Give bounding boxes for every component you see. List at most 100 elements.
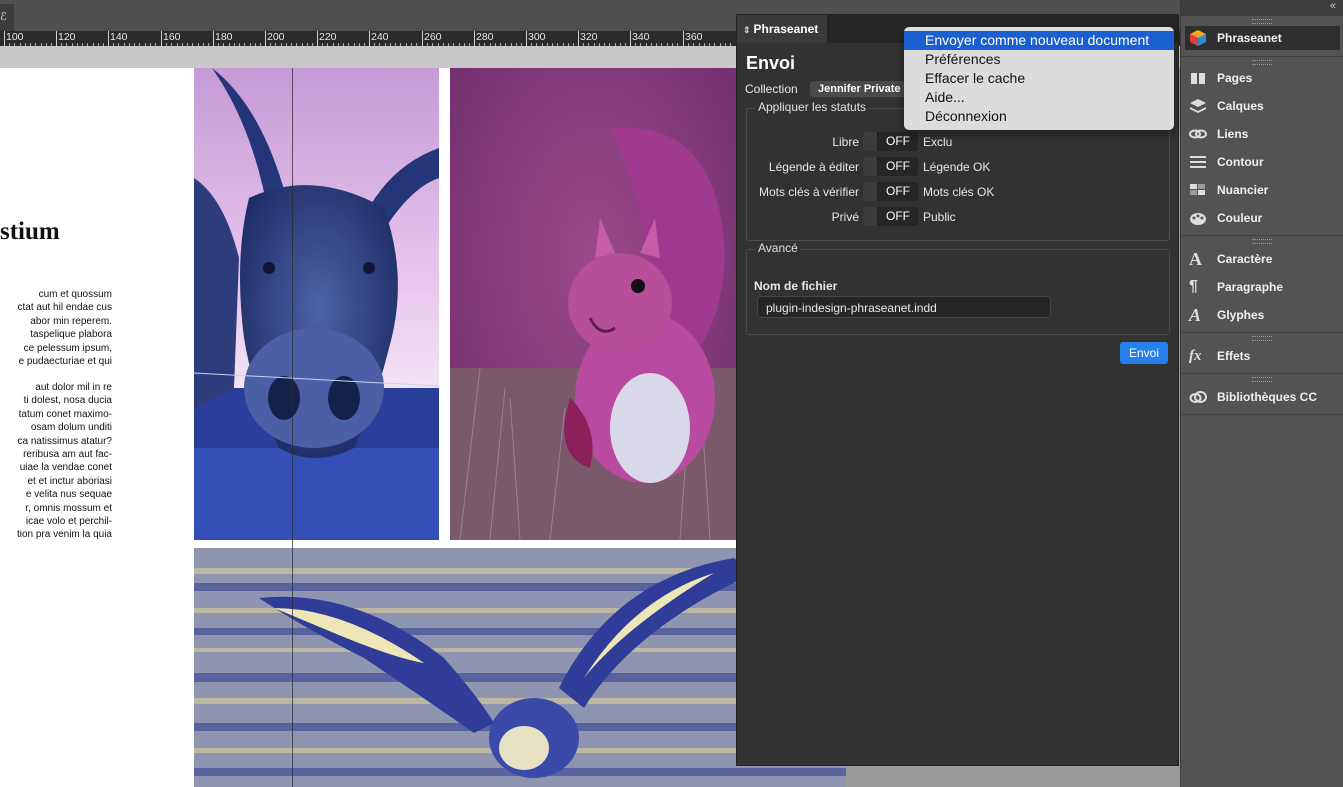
dock-item-label: Glyphes <box>1217 308 1265 322</box>
glyphs-icon: A <box>1189 305 1202 325</box>
dock-divider <box>1181 235 1343 236</box>
panel-title: Envoi <box>746 53 796 73</box>
dock-item-stroke[interactable]: Contour <box>1189 150 1339 174</box>
stroke-icon <box>1190 156 1206 168</box>
menu-item-send-new-document[interactable]: Envoyer comme nouveau document <box>904 31 1174 50</box>
dock-item-swatches[interactable]: Nuancier <box>1189 178 1339 202</box>
menu-item-clear-cache[interactable]: Effacer le cache <box>904 69 1174 88</box>
page-heading: stium <box>0 218 60 245</box>
status-toggle-libre[interactable]: OFF <box>863 132 918 151</box>
phraseanet-cube-icon <box>1190 30 1206 46</box>
dock-divider <box>1181 414 1343 415</box>
status-left-label: Légende à éditer <box>768 160 859 174</box>
dock-divider <box>1181 332 1343 333</box>
status-right-label: Exclu <box>923 135 953 149</box>
menu-item-logout[interactable]: Déconnexion <box>904 107 1174 126</box>
links-icon <box>1189 129 1207 139</box>
ruler-major-tick <box>108 31 109 46</box>
status-right-label: Mots clés OK <box>923 185 995 199</box>
dock-item-label: Couleur <box>1217 211 1263 225</box>
menu-item-preferences[interactable]: Préférences <box>904 50 1174 69</box>
filename-input[interactable]: plugin-indesign-phraseanet.indd <box>757 296 1051 318</box>
dock-header: « <box>1181 0 1343 16</box>
dock-item-label: Effets <box>1217 349 1251 363</box>
dock-item-label: Caractère <box>1217 252 1273 266</box>
panel-tab-phraseanet[interactable]: ⇕ Phraseanet <box>737 15 827 43</box>
collection-label: Collection <box>745 82 798 96</box>
status-right-label: Légende OK <box>923 160 991 174</box>
ruler-major-tick <box>630 31 631 46</box>
advanced-legend: Avancé <box>755 241 801 255</box>
dock-item-phraseanet[interactable]: Phraseanet <box>1185 26 1340 50</box>
dock-item-label: Nuancier <box>1217 183 1269 197</box>
status-right-label: Public <box>923 210 956 224</box>
cc-libraries-icon <box>1189 391 1207 403</box>
dock-item-pages[interactable]: Pages <box>1189 66 1339 90</box>
status-left-label: Privé <box>831 210 859 224</box>
dock-item-glyphs[interactable]: A Glyphes <box>1189 303 1339 327</box>
document-tab[interactable]: ℰ <box>0 4 14 31</box>
effects-fx-icon: fx <box>1189 348 1202 364</box>
swatches-icon <box>1190 184 1205 195</box>
ruler-major-tick <box>578 31 579 46</box>
dock-item-color[interactable]: Couleur <box>1189 206 1339 230</box>
send-button[interactable]: Envoi <box>1120 342 1168 364</box>
ruler-major-tick <box>213 31 214 46</box>
character-icon: A <box>1189 249 1202 269</box>
body-paragraph-1: cum et quossum ctat aut hil endae cus ab… <box>17 289 112 368</box>
status-toggle-mots-cles[interactable]: OFF <box>863 182 918 201</box>
layers-icon <box>1190 99 1206 113</box>
donkey-photo[interactable] <box>194 68 439 540</box>
filename-label: Nom de fichier <box>754 279 838 293</box>
squirrel-photo[interactable] <box>450 68 736 540</box>
ruler-major-tick <box>317 31 318 46</box>
donkey-photo-graphic <box>194 68 439 540</box>
status-toggle-prive[interactable]: OFF <box>863 207 918 226</box>
dock-item-label: Paragraphe <box>1217 280 1284 294</box>
ruler-major-tick <box>526 31 527 46</box>
menu-item-help[interactable]: Aide... <box>904 88 1174 107</box>
ruler-major-tick <box>422 31 423 46</box>
dock-item-label: Liens <box>1217 127 1249 141</box>
dock-item-character[interactable]: A Caractère <box>1189 247 1339 271</box>
dock-grip[interactable] <box>1252 60 1272 65</box>
dock-item-label: Contour <box>1217 155 1264 169</box>
ruler-major-tick <box>4 31 5 46</box>
dock-item-links[interactable]: Liens <box>1189 122 1339 146</box>
dock-item-paragraph[interactable]: ¶ Paragraphe <box>1189 275 1339 299</box>
dock-item-effects[interactable]: fx Effets <box>1189 344 1339 368</box>
panel-tab-label: Phraseanet <box>753 22 819 36</box>
right-panel-dock: « Phraseanet Pages Calques Liens Contour… <box>1180 0 1343 787</box>
dock-grip[interactable] <box>1252 19 1272 24</box>
panel-flyout-menu: Envoyer comme nouveau document Préférenc… <box>904 27 1174 130</box>
dock-divider <box>1181 373 1343 374</box>
toggle-state: OFF <box>886 159 910 173</box>
dock-grip[interactable] <box>1252 239 1272 244</box>
dock-divider <box>1181 56 1343 57</box>
ruler-major-tick <box>683 31 684 46</box>
body-paragraph-2: aut dolor mil in re ti dolest, nosa duci… <box>16 382 112 541</box>
collapse-dock-icon[interactable]: « <box>1330 0 1336 12</box>
collection-select[interactable]: Jennifer Private <box>810 81 909 97</box>
squirrel-photo-graphic <box>450 68 736 540</box>
statuses-legend: Appliquer les statuts <box>755 100 870 114</box>
ruler-major-tick <box>161 31 162 46</box>
status-left-label: Libre <box>832 135 859 149</box>
color-palette-icon <box>1190 213 1206 225</box>
dock-item-layers[interactable]: Calques <box>1189 94 1339 118</box>
toggle-state: OFF <box>886 209 910 223</box>
updown-icon: ⇕ <box>743 25 751 35</box>
document-tab-glyph: ℰ <box>0 11 7 23</box>
dock-grip[interactable] <box>1252 336 1272 341</box>
dock-item-label: Bibliothèques CC <box>1217 390 1318 404</box>
dock-item-cc-libraries[interactable]: Bibliothèques CC <box>1189 385 1339 409</box>
ruler-major-tick <box>265 31 266 46</box>
ruler-guide[interactable] <box>292 68 293 787</box>
dock-item-label: Calques <box>1217 99 1264 113</box>
toggle-knob <box>863 182 878 201</box>
status-toggle-legende[interactable]: OFF <box>863 157 918 176</box>
toggle-knob <box>863 207 878 226</box>
dock-grip[interactable] <box>1252 377 1272 382</box>
toggle-knob <box>863 132 878 151</box>
ruler-major-tick <box>474 31 475 46</box>
